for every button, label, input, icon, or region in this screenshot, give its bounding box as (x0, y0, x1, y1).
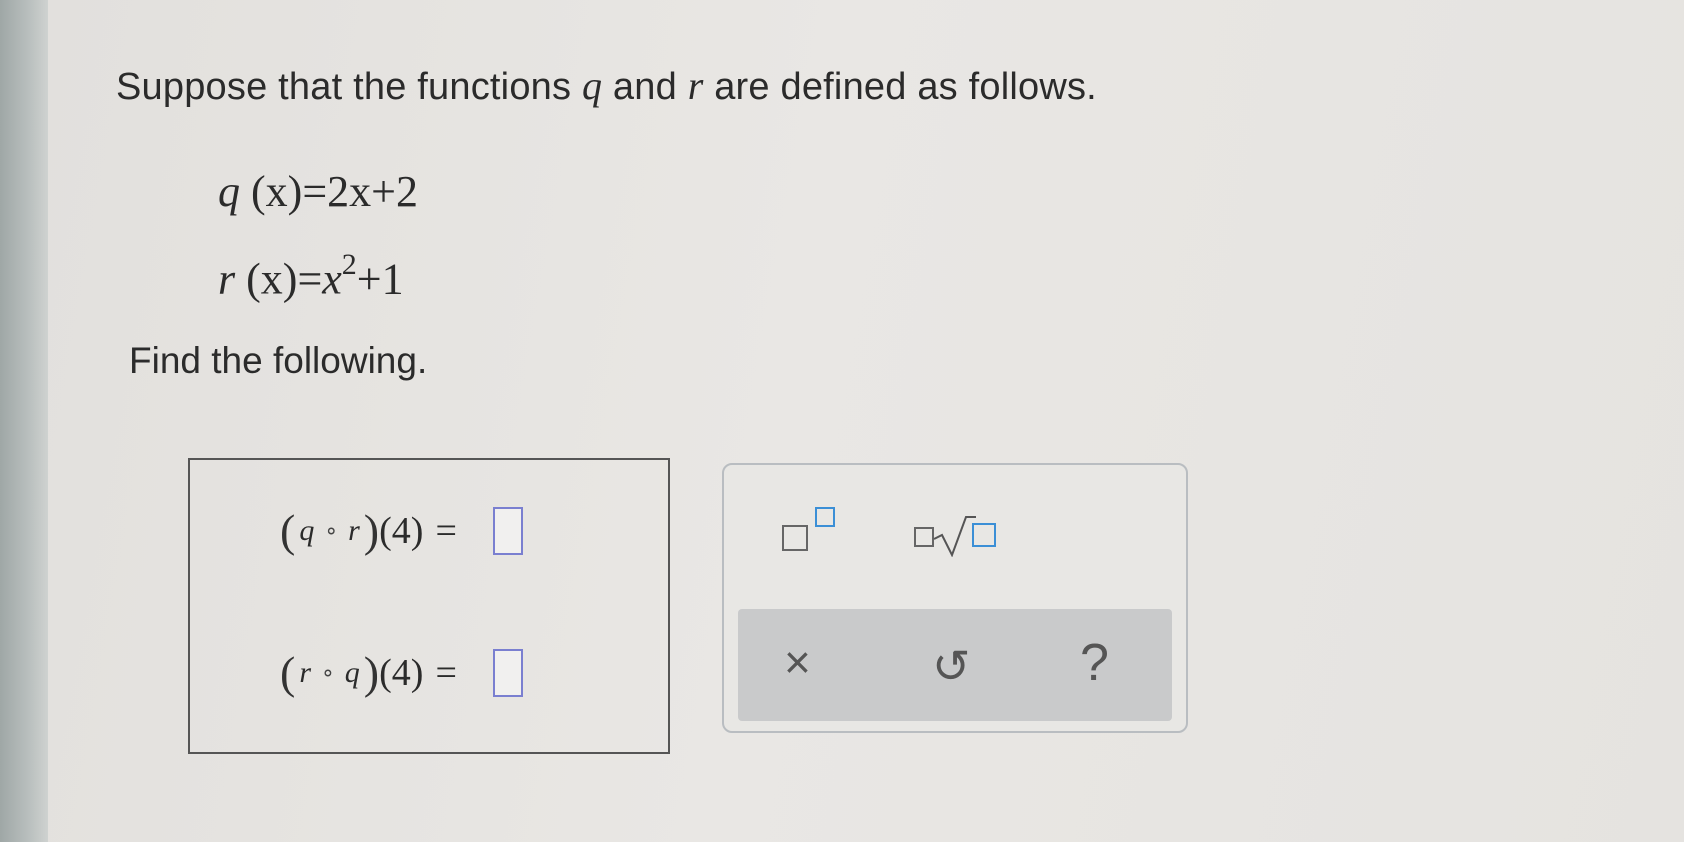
r-def-exponent: 2 (341, 248, 357, 281)
intro-text-3: are defined as follows. (703, 66, 1097, 108)
intro-var-r: r (687, 63, 704, 108)
help-icon[interactable]: ? (1080, 637, 1109, 689)
root-index-box-icon (914, 527, 934, 547)
left-bezel (0, 0, 48, 842)
action-bar: × ↺ ? (738, 609, 1172, 721)
composition-r-of-q-row: ( r ∘ q ) (4) = (280, 646, 523, 699)
right-paren: ) (363, 505, 380, 556)
find-prompt: Find the following. (129, 340, 428, 381)
undo-icon[interactable]: ↺ (932, 643, 971, 689)
q-definition: q (x)=2x+2 (218, 166, 418, 217)
clear-icon[interactable]: × (784, 639, 811, 685)
outer-function: r (299, 655, 312, 689)
base-box-icon (782, 525, 808, 551)
argument: (4) (379, 651, 424, 694)
math-toolbar: × ↺ ? (722, 463, 1188, 733)
equals-sign: = (435, 509, 457, 552)
nth-root-template-icon[interactable] (914, 513, 1010, 557)
composition-q-of-r-row: ( q ∘ r ) (4) = (280, 504, 523, 557)
problem-intro: Suppose that the functions q and r are d… (116, 62, 1097, 109)
compose-operator: ∘ (321, 659, 335, 685)
q-def-arg: (x) (251, 167, 303, 216)
left-paren: ( (280, 647, 296, 698)
outer-function: q (299, 513, 315, 547)
q-def-name: q (218, 167, 240, 216)
exponent-box-icon (815, 507, 835, 527)
inner-function: r (348, 513, 360, 547)
answer-panel: ( q ∘ r ) (4) = ( r ∘ q ) (4) = (188, 458, 670, 754)
r-def-base: x (322, 254, 342, 304)
answer-input-r-of-q[interactable] (492, 648, 523, 697)
superscript-template-icon[interactable] (782, 507, 842, 557)
intro-var-q: q (581, 63, 603, 108)
inner-function: q (344, 655, 360, 689)
radical-sign-icon (933, 516, 976, 557)
answer-input-q-of-r[interactable] (492, 506, 523, 555)
radicand-box-icon (972, 523, 996, 547)
intro-text-2: and (602, 66, 688, 108)
argument: (4) (379, 509, 424, 552)
r-def-eq: = (297, 254, 323, 304)
r-definition: r (x)=x2+1 (218, 248, 404, 305)
right-paren: ) (363, 647, 380, 698)
equals-sign: = (435, 651, 457, 694)
left-paren: ( (280, 505, 296, 556)
r-def-name: r (218, 254, 236, 304)
r-def-rest: +1 (356, 254, 404, 304)
q-def-rhs: =2x+2 (302, 167, 418, 216)
compose-operator: ∘ (324, 517, 339, 543)
r-def-arg: (x) (246, 254, 298, 304)
intro-text-1: Suppose that the functions (116, 66, 582, 108)
